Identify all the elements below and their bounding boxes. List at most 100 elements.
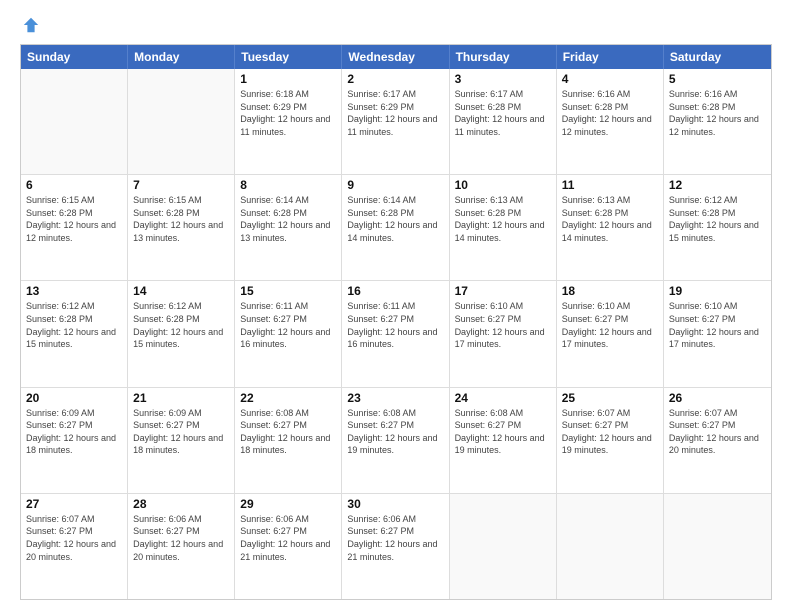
calendar-cell: 30 Sunrise: 6:06 AM Sunset: 6:27 PM Dayli… — [342, 494, 449, 599]
calendar-cell: 22 Sunrise: 6:08 AM Sunset: 6:27 PM Dayli… — [235, 388, 342, 493]
calendar-cell: 15 Sunrise: 6:11 AM Sunset: 6:27 PM Dayli… — [235, 281, 342, 386]
day-info: Sunrise: 6:17 AM Sunset: 6:28 PM Dayligh… — [455, 88, 551, 138]
day-info: Sunrise: 6:16 AM Sunset: 6:28 PM Dayligh… — [669, 88, 766, 138]
day-info: Sunrise: 6:15 AM Sunset: 6:28 PM Dayligh… — [26, 194, 122, 244]
page: SundayMondayTuesdayWednesdayThursdayFrid… — [0, 0, 792, 612]
day-info: Sunrise: 6:11 AM Sunset: 6:27 PM Dayligh… — [240, 300, 336, 350]
day-number: 28 — [133, 497, 229, 511]
day-info: Sunrise: 6:17 AM Sunset: 6:29 PM Dayligh… — [347, 88, 443, 138]
calendar-row: 27 Sunrise: 6:07 AM Sunset: 6:27 PM Dayli… — [21, 493, 771, 599]
cal-header-day: Tuesday — [235, 45, 342, 69]
calendar-row: 13 Sunrise: 6:12 AM Sunset: 6:28 PM Dayli… — [21, 280, 771, 386]
calendar-cell — [557, 494, 664, 599]
day-info: Sunrise: 6:16 AM Sunset: 6:28 PM Dayligh… — [562, 88, 658, 138]
day-number: 15 — [240, 284, 336, 298]
calendar-cell — [128, 69, 235, 174]
day-number: 4 — [562, 72, 658, 86]
day-info: Sunrise: 6:08 AM Sunset: 6:27 PM Dayligh… — [347, 407, 443, 457]
cal-header-day: Sunday — [21, 45, 128, 69]
calendar-cell: 3 Sunrise: 6:17 AM Sunset: 6:28 PM Daylig… — [450, 69, 557, 174]
day-number: 17 — [455, 284, 551, 298]
day-number: 20 — [26, 391, 122, 405]
day-number: 2 — [347, 72, 443, 86]
day-info: Sunrise: 6:08 AM Sunset: 6:27 PM Dayligh… — [240, 407, 336, 457]
calendar-cell: 20 Sunrise: 6:09 AM Sunset: 6:27 PM Dayli… — [21, 388, 128, 493]
logo — [20, 16, 40, 34]
calendar-cell: 11 Sunrise: 6:13 AM Sunset: 6:28 PM Dayli… — [557, 175, 664, 280]
day-info: Sunrise: 6:13 AM Sunset: 6:28 PM Dayligh… — [562, 194, 658, 244]
day-number: 26 — [669, 391, 766, 405]
calendar-row: 20 Sunrise: 6:09 AM Sunset: 6:27 PM Dayli… — [21, 387, 771, 493]
day-info: Sunrise: 6:10 AM Sunset: 6:27 PM Dayligh… — [562, 300, 658, 350]
day-info: Sunrise: 6:07 AM Sunset: 6:27 PM Dayligh… — [669, 407, 766, 457]
day-number: 3 — [455, 72, 551, 86]
day-info: Sunrise: 6:13 AM Sunset: 6:28 PM Dayligh… — [455, 194, 551, 244]
day-info: Sunrise: 6:10 AM Sunset: 6:27 PM Dayligh… — [669, 300, 766, 350]
calendar-cell: 24 Sunrise: 6:08 AM Sunset: 6:27 PM Dayli… — [450, 388, 557, 493]
calendar-cell: 28 Sunrise: 6:06 AM Sunset: 6:27 PM Dayli… — [128, 494, 235, 599]
calendar-cell — [664, 494, 771, 599]
day-info: Sunrise: 6:18 AM Sunset: 6:29 PM Dayligh… — [240, 88, 336, 138]
day-number: 12 — [669, 178, 766, 192]
day-info: Sunrise: 6:09 AM Sunset: 6:27 PM Dayligh… — [26, 407, 122, 457]
calendar: SundayMondayTuesdayWednesdayThursdayFrid… — [20, 44, 772, 600]
calendar-row: 1 Sunrise: 6:18 AM Sunset: 6:29 PM Daylig… — [21, 69, 771, 174]
day-info: Sunrise: 6:06 AM Sunset: 6:27 PM Dayligh… — [240, 513, 336, 563]
header — [20, 16, 772, 34]
day-info: Sunrise: 6:10 AM Sunset: 6:27 PM Dayligh… — [455, 300, 551, 350]
calendar-cell: 27 Sunrise: 6:07 AM Sunset: 6:27 PM Dayli… — [21, 494, 128, 599]
day-info: Sunrise: 6:07 AM Sunset: 6:27 PM Dayligh… — [26, 513, 122, 563]
day-number: 29 — [240, 497, 336, 511]
calendar-cell: 1 Sunrise: 6:18 AM Sunset: 6:29 PM Daylig… — [235, 69, 342, 174]
calendar-cell: 14 Sunrise: 6:12 AM Sunset: 6:28 PM Dayli… — [128, 281, 235, 386]
day-number: 5 — [669, 72, 766, 86]
calendar-cell: 17 Sunrise: 6:10 AM Sunset: 6:27 PM Dayli… — [450, 281, 557, 386]
day-info: Sunrise: 6:09 AM Sunset: 6:27 PM Dayligh… — [133, 407, 229, 457]
day-number: 18 — [562, 284, 658, 298]
day-number: 6 — [26, 178, 122, 192]
calendar-header: SundayMondayTuesdayWednesdayThursdayFrid… — [21, 45, 771, 69]
day-number: 22 — [240, 391, 336, 405]
day-number: 24 — [455, 391, 551, 405]
day-number: 13 — [26, 284, 122, 298]
calendar-cell: 19Sunrise: 6:10 AM Sunset: 6:27 PM Dayli… — [664, 281, 771, 386]
day-number: 9 — [347, 178, 443, 192]
day-number: 27 — [26, 497, 122, 511]
calendar-row: 6 Sunrise: 6:15 AM Sunset: 6:28 PM Daylig… — [21, 174, 771, 280]
day-number: 10 — [455, 178, 551, 192]
day-info: Sunrise: 6:06 AM Sunset: 6:27 PM Dayligh… — [133, 513, 229, 563]
calendar-cell: 13 Sunrise: 6:12 AM Sunset: 6:28 PM Dayli… — [21, 281, 128, 386]
day-info: Sunrise: 6:12 AM Sunset: 6:28 PM Dayligh… — [26, 300, 122, 350]
calendar-cell: 10 Sunrise: 6:13 AM Sunset: 6:28 PM Dayli… — [450, 175, 557, 280]
calendar-cell: 5 Sunrise: 6:16 AM Sunset: 6:28 PM Daylig… — [664, 69, 771, 174]
day-info: Sunrise: 6:12 AM Sunset: 6:28 PM Dayligh… — [133, 300, 229, 350]
day-info: Sunrise: 6:14 AM Sunset: 6:28 PM Dayligh… — [240, 194, 336, 244]
day-info: Sunrise: 6:15 AM Sunset: 6:28 PM Dayligh… — [133, 194, 229, 244]
day-number: 14 — [133, 284, 229, 298]
day-info: Sunrise: 6:11 AM Sunset: 6:27 PM Dayligh… — [347, 300, 443, 350]
calendar-cell: 29 Sunrise: 6:06 AM Sunset: 6:27 PM Dayli… — [235, 494, 342, 599]
calendar-body: 1 Sunrise: 6:18 AM Sunset: 6:29 PM Daylig… — [21, 69, 771, 599]
calendar-cell: 23Sunrise: 6:08 AM Sunset: 6:27 PM Dayli… — [342, 388, 449, 493]
day-number: 11 — [562, 178, 658, 192]
calendar-cell: 21 Sunrise: 6:09 AM Sunset: 6:27 PM Dayli… — [128, 388, 235, 493]
day-info: Sunrise: 6:07 AM Sunset: 6:27 PM Dayligh… — [562, 407, 658, 457]
logo-icon — [22, 16, 40, 34]
day-number: 30 — [347, 497, 443, 511]
day-number: 16 — [347, 284, 443, 298]
day-number: 21 — [133, 391, 229, 405]
cal-header-day: Friday — [557, 45, 664, 69]
calendar-cell: 16 Sunrise: 6:11 AM Sunset: 6:27 PM Dayli… — [342, 281, 449, 386]
day-info: Sunrise: 6:06 AM Sunset: 6:27 PM Dayligh… — [347, 513, 443, 563]
cal-header-day: Saturday — [664, 45, 771, 69]
day-number: 7 — [133, 178, 229, 192]
day-info: Sunrise: 6:08 AM Sunset: 6:27 PM Dayligh… — [455, 407, 551, 457]
day-info: Sunrise: 6:12 AM Sunset: 6:28 PM Dayligh… — [669, 194, 766, 244]
calendar-cell — [21, 69, 128, 174]
day-number: 1 — [240, 72, 336, 86]
cal-header-day: Thursday — [450, 45, 557, 69]
day-number: 8 — [240, 178, 336, 192]
calendar-cell: 8 Sunrise: 6:14 AM Sunset: 6:28 PM Daylig… — [235, 175, 342, 280]
calendar-cell: 26 Sunrise: 6:07 AM Sunset: 6:27 PM Dayli… — [664, 388, 771, 493]
day-number: 25 — [562, 391, 658, 405]
